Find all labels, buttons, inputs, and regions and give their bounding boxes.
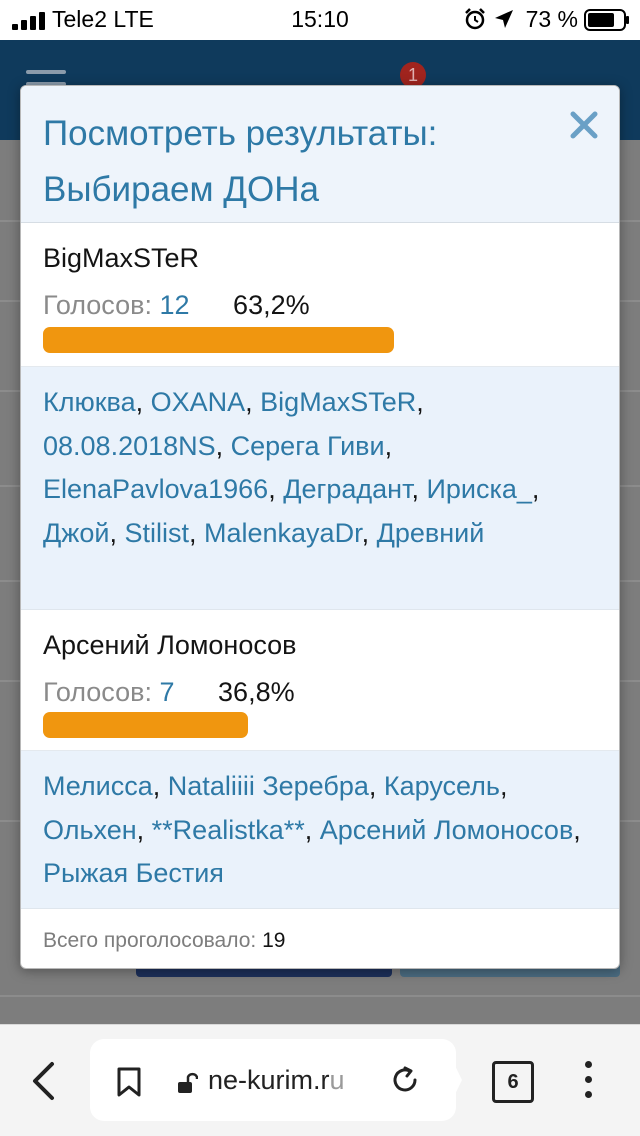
voter-link[interactable]: Ольхен bbox=[43, 815, 137, 845]
url-host-faded: u bbox=[329, 1065, 345, 1095]
votes-label: Голосов: bbox=[43, 290, 160, 320]
result-bar-track bbox=[43, 327, 599, 353]
battery-percent: 73 % bbox=[525, 6, 578, 32]
modal-title-line1: Посмотреть результаты: bbox=[43, 114, 438, 153]
voter-link[interactable]: Клюква bbox=[43, 387, 136, 417]
voter-link[interactable]: Ириска_ bbox=[426, 474, 531, 504]
voter-link[interactable]: Арсений Ломоносов bbox=[320, 815, 574, 845]
modal-title: Посмотреть результаты: Выбираем ДОНа bbox=[43, 106, 543, 218]
back-icon[interactable] bbox=[30, 1061, 56, 1101]
votes-count: 7 bbox=[159, 677, 175, 707]
voter-link[interactable]: Stilist bbox=[124, 518, 189, 548]
bookmark-icon[interactable] bbox=[116, 1067, 142, 1097]
votes-percent: 63,2% bbox=[233, 290, 310, 320]
option-name: Арсений Ломоносов bbox=[43, 630, 297, 660]
voters-list: Клюква, OXANA, BigMaxSTeR, 08.08.2018NS,… bbox=[21, 367, 619, 610]
more-options-icon[interactable] bbox=[578, 1061, 598, 1103]
status-bar: Tele2 LTE 15:10 73 % bbox=[0, 0, 640, 40]
modal-title-line2: Выбираем ДОНа bbox=[43, 170, 319, 209]
alarm-icon bbox=[465, 8, 485, 30]
voter-link[interactable]: **Realistka** bbox=[152, 815, 305, 845]
total-votes: Всего проголосовало: 19 bbox=[43, 929, 285, 953]
browser-toolbar: ne-kurim.ru 6 bbox=[0, 1024, 640, 1136]
modal-header: Посмотреть результаты: Выбираем ДОНа bbox=[21, 86, 619, 223]
option-votes: Голосов: 12 63,2% bbox=[43, 290, 310, 321]
tabs-button[interactable]: 6 bbox=[492, 1061, 534, 1103]
voter-link[interactable]: BigMaxSTeR bbox=[260, 387, 416, 417]
poll-option: BigMaxSTeR Голосов: 12 63,2% bbox=[21, 223, 619, 367]
unlocked-padlock-icon bbox=[178, 1072, 198, 1093]
voter-link[interactable]: Серега Гиви bbox=[231, 431, 385, 461]
option-name: BigMaxSTeR bbox=[43, 243, 200, 273]
battery-icon bbox=[584, 9, 629, 31]
location-arrow-icon bbox=[495, 10, 513, 28]
voter-link[interactable]: OXANA bbox=[151, 387, 246, 417]
voter-link[interactable]: MalenkayaDr bbox=[204, 518, 362, 548]
voters-text: Мелисса, Nataliiii Зеребра, Карусель, Ол… bbox=[43, 771, 581, 889]
result-bar bbox=[43, 327, 395, 353]
close-icon[interactable] bbox=[569, 110, 599, 140]
votes-percent: 36,8% bbox=[218, 677, 295, 707]
voters-text: Клюква, OXANA, BigMaxSTeR, 08.08.2018NS,… bbox=[43, 387, 540, 549]
voters-list: Мелисса, Nataliiii Зеребра, Карусель, Ол… bbox=[21, 751, 619, 909]
url-host: ne-kurim.r bbox=[208, 1065, 330, 1095]
voter-link[interactable]: Мелисса bbox=[43, 771, 153, 801]
total-votes-value: 19 bbox=[262, 929, 286, 952]
poll-results-modal: Посмотреть результаты: Выбираем ДОНа Big… bbox=[20, 85, 620, 969]
voter-link[interactable]: Деградант bbox=[283, 474, 411, 504]
voter-link[interactable]: Рыжая Бестия bbox=[43, 858, 224, 888]
address-bar-arrow bbox=[440, 1039, 462, 1121]
votes-count: 12 bbox=[159, 290, 190, 320]
modal-footer: Всего проголосовало: 19 bbox=[21, 909, 619, 968]
option-votes: Голосов: 7 36,8% bbox=[43, 677, 295, 708]
voter-link[interactable]: Карусель bbox=[384, 771, 500, 801]
result-bar-track bbox=[43, 712, 599, 738]
votes-label: Голосов: bbox=[43, 677, 160, 707]
voter-link[interactable]: Джой bbox=[43, 518, 109, 548]
reload-icon[interactable] bbox=[390, 1065, 420, 1095]
address-bar[interactable]: ne-kurim.ru bbox=[90, 1039, 456, 1121]
result-bar bbox=[43, 712, 248, 738]
voter-link[interactable]: Древний bbox=[377, 518, 485, 548]
poll-option: Арсений Ломоносов Голосов: 7 36,8% bbox=[21, 610, 619, 751]
voter-link[interactable]: ElenaPavlova1966 bbox=[43, 474, 268, 504]
voter-link[interactable]: 08.08.2018NS bbox=[43, 431, 216, 461]
total-votes-label: Всего проголосовало: bbox=[43, 929, 263, 952]
url-text[interactable]: ne-kurim.ru bbox=[208, 1065, 345, 1096]
voter-link[interactable]: Nataliiii Зеребра bbox=[168, 771, 369, 801]
